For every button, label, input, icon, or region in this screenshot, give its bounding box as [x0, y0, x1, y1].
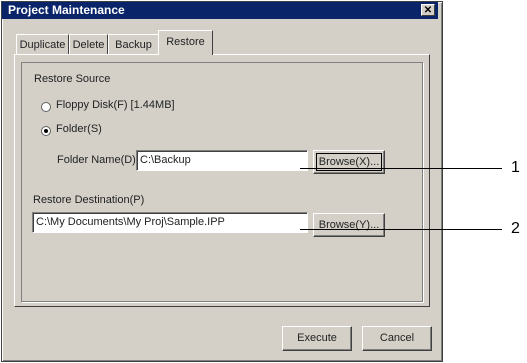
callout-line-1	[300, 168, 502, 169]
folder-name-label: Folder Name(D)	[57, 154, 136, 166]
execute-button[interactable]: Execute	[282, 326, 352, 351]
browse-folder-button-label: Browse(X)...	[318, 156, 380, 168]
tab-delete-label: Delete	[72, 39, 105, 51]
restore-group-box	[21, 62, 423, 302]
folder-name-input[interactable]: C:\Backup	[136, 150, 308, 171]
close-button[interactable]: ✕	[421, 4, 435, 16]
close-icon: ✕	[423, 5, 433, 16]
restore-source-label: Restore Source	[34, 73, 111, 85]
tab-backup[interactable]: Backup	[108, 34, 159, 54]
tab-backup-label: Backup	[115, 39, 152, 51]
execute-button-label: Execute	[297, 332, 337, 344]
callout-number-1: 1	[511, 159, 520, 176]
tab-restore[interactable]: Restore	[158, 30, 213, 55]
cancel-button[interactable]: Cancel	[362, 326, 432, 351]
floppy-disk-label[interactable]: Floppy Disk(F) [1.44MB]	[56, 99, 175, 111]
restore-destination-input[interactable]: C:\My Documents\My Proj\Sample.IPP	[32, 212, 308, 233]
window-title: Project Maintenance	[8, 3, 125, 17]
tab-restore-label: Restore	[166, 36, 205, 48]
cancel-button-label: Cancel	[379, 332, 415, 344]
browse-folder-button[interactable]: Browse(X)...	[313, 150, 385, 174]
callout-number-2: 2	[511, 220, 520, 237]
browse-destination-button[interactable]: Browse(Y)...	[313, 213, 385, 237]
tab-delete[interactable]: Delete	[69, 34, 108, 54]
floppy-disk-radio[interactable]	[41, 102, 51, 112]
callout-line-2	[300, 229, 502, 230]
title-bar: Project Maintenance ✕	[2, 2, 438, 19]
restore-destination-label: Restore Destination(P)	[33, 194, 145, 206]
tab-duplicate[interactable]: Duplicate	[16, 34, 69, 54]
folder-radio[interactable]	[41, 126, 51, 136]
folder-label[interactable]: Folder(S)	[56, 123, 102, 135]
tab-duplicate-label: Duplicate	[19, 39, 66, 51]
